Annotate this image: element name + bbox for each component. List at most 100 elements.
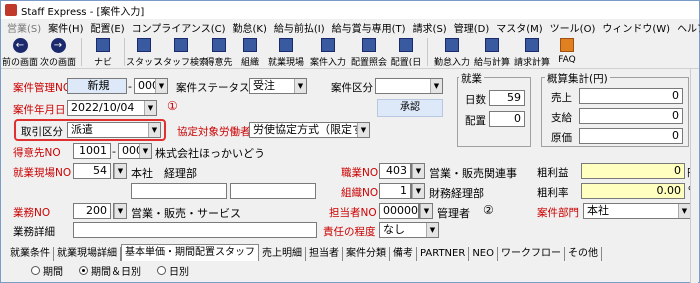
attendance-entry-button[interactable]: 勤怠入力 (432, 35, 472, 68)
faq-button[interactable]: FAQ (552, 35, 582, 65)
tab-case-classification[interactable]: 案件分類 (343, 247, 390, 261)
menu-item-placement[interactable]: 配置(E) (88, 20, 129, 35)
approve-button[interactable]: 承認 (377, 99, 443, 117)
tab-manager[interactable]: 担当者 (306, 247, 343, 261)
business-select[interactable]: ▼ (113, 203, 127, 219)
manager-no-field[interactable]: 000002 (379, 203, 419, 219)
case-status-select[interactable]: 受注 ▼ (249, 78, 307, 94)
case-category-label: 案件区分 (331, 82, 373, 94)
deal-type-select[interactable]: 派遣 ▼ (67, 122, 161, 138)
menu-item-case[interactable]: 案件(H) (46, 20, 88, 35)
forward-button[interactable]: → 次の画面 (39, 35, 77, 68)
dept-select[interactable]: 本社 ▼ (583, 203, 691, 219)
worksite-select[interactable]: ▼ (113, 163, 127, 179)
payroll-calc-button[interactable]: 給与計算 (472, 35, 512, 68)
worksite-detail-field-2[interactable] (230, 183, 316, 199)
app-logo-icon (5, 4, 17, 16)
radio-daily[interactable]: 日別 (157, 263, 189, 278)
tab-other[interactable]: その他 (565, 247, 602, 261)
faq-icon (560, 38, 574, 52)
back-button[interactable]: ← 前の画面 (1, 35, 39, 68)
chevron-down-icon: ▼ (114, 204, 126, 218)
cost-label: 原価 (551, 132, 572, 144)
org-no-label: 組織NO (341, 187, 379, 199)
menu-item-payroll[interactable]: 給与賞与専用(T) (330, 20, 411, 35)
radio-period-and-daily[interactable]: 期間＆日別 (79, 263, 141, 278)
agreement-label: 協定対象労働者 (177, 126, 251, 138)
worksite-no-field[interactable]: 54 (73, 163, 111, 179)
radio-period[interactable]: 期間 (31, 263, 63, 278)
case-no-field[interactable]: 新規 (67, 78, 127, 94)
tab-neo[interactable]: NEO (469, 247, 498, 261)
worksite-button[interactable]: 就業現場 (265, 35, 307, 68)
menu-item-advance-pay[interactable]: 給与前払(I) (272, 20, 330, 35)
chevron-down-icon: ▼ (678, 204, 690, 218)
days-value: 59 (489, 90, 525, 106)
chevron-down-icon: ▼ (430, 79, 442, 93)
attendance-entry-icon (445, 38, 459, 52)
menu-item-billing[interactable]: 請求(S) (411, 20, 452, 35)
worksite-detail-field-1[interactable] (131, 183, 227, 199)
staff-search-button[interactable]: スタッフ検索 (154, 35, 208, 68)
menu-item-help[interactable]: ヘルプ(H) (675, 20, 700, 35)
menu-item-compliance[interactable]: コンプライアンス(C) (130, 20, 231, 35)
case-entry-icon (321, 38, 335, 52)
agreement-select[interactable]: 労使協定方式（限定す ▼ (249, 122, 370, 138)
business-detail-label: 業務詳細 (13, 226, 55, 238)
menu-item-window[interactable]: ウィンドウ(W) (600, 20, 675, 35)
gross-profit-value: 0 (581, 163, 685, 179)
customer-sub-select[interactable]: 000 ▼ (118, 143, 152, 159)
chevron-down-icon: ▼ (426, 223, 438, 237)
chevron-down-icon: ▼ (144, 101, 156, 115)
case-no-label: 案件管理NO (13, 82, 72, 94)
chevron-down-icon: ▼ (139, 144, 151, 158)
tab-base-rate-staff[interactable]: 基本単価・期間配置スタッフ (121, 244, 259, 261)
case-category-select[interactable]: ▼ (375, 78, 443, 94)
business-no-label: 業務NO (13, 207, 51, 219)
case-date-field[interactable]: 2022/10/04 ▼ (67, 100, 157, 116)
manager-select[interactable]: ▼ (419, 203, 433, 219)
customer-button[interactable]: 得意先 (203, 35, 235, 68)
responsibility-select[interactable]: なし ▼ (379, 222, 439, 238)
case-entry-button[interactable]: 案件入力 (307, 35, 349, 68)
menu-item-master[interactable]: マスタ(M) (494, 20, 547, 35)
menu-item-attendance[interactable]: 勤怠(K) (231, 20, 272, 35)
vertical-scrollbar[interactable] (690, 69, 698, 283)
navi-button[interactable]: ナビ (86, 35, 120, 68)
placement-label: 配置 (465, 115, 486, 127)
chevron-down-icon: ▼ (357, 123, 369, 137)
job-select[interactable]: ▼ (411, 163, 425, 179)
menu-item-management[interactable]: 管理(D) (452, 20, 495, 35)
radio-dot-selected (79, 266, 88, 275)
org-select[interactable]: ▼ (411, 183, 425, 199)
placement-inquiry-button[interactable]: 配置照会 (349, 35, 389, 68)
tab-employment-conditions[interactable]: 就業条件 (7, 247, 54, 261)
tab-worksite-detail[interactable]: 就業現場詳細 (54, 247, 121, 261)
case-date-label: 案件年月日 (13, 104, 66, 116)
billing-calc-button[interactable]: 請求計算 (512, 35, 552, 68)
tab-workflow[interactable]: ワークフロー (498, 247, 565, 261)
org-no-field[interactable]: 1 (379, 183, 411, 199)
tab-remarks[interactable]: 備考 (390, 247, 417, 261)
customer-icon (212, 38, 226, 52)
tab-partner[interactable]: PARTNER (417, 247, 470, 261)
case-no-sub-select[interactable]: 000 ▼ (134, 78, 168, 94)
job-no-field[interactable]: 403 (379, 163, 411, 179)
gross-profit-label: 粗利益 (537, 167, 569, 179)
worksite-no-label: 就業現場NO (13, 167, 72, 179)
customer-name: 株式会社ほっかいどう (155, 147, 265, 160)
organization-button[interactable]: 組織 (235, 35, 265, 68)
summary-panel-title: 概算集計(円) (545, 71, 610, 86)
customer-no-field[interactable]: 1001 (73, 143, 111, 159)
tab-sales-detail[interactable]: 売上明細 (259, 247, 306, 261)
placement-daily-button[interactable]: 配置(日 (389, 35, 423, 68)
navi-icon (96, 38, 110, 52)
menu-item-tools[interactable]: ツール(O) (548, 20, 601, 35)
business-detail-field[interactable] (73, 222, 317, 238)
chevron-down-icon: ▼ (420, 204, 432, 218)
cost-value: 0 (579, 128, 683, 144)
menu-item-sales[interactable]: 営業(S) (5, 20, 46, 35)
business-no-field[interactable]: 200 (73, 203, 111, 219)
detail-tabs: 就業条件 就業現場詳細 基本単価・期間配置スタッフ 売上明細 担当者 案件分類 … (1, 243, 699, 261)
chevron-down-icon: ▼ (155, 79, 167, 93)
